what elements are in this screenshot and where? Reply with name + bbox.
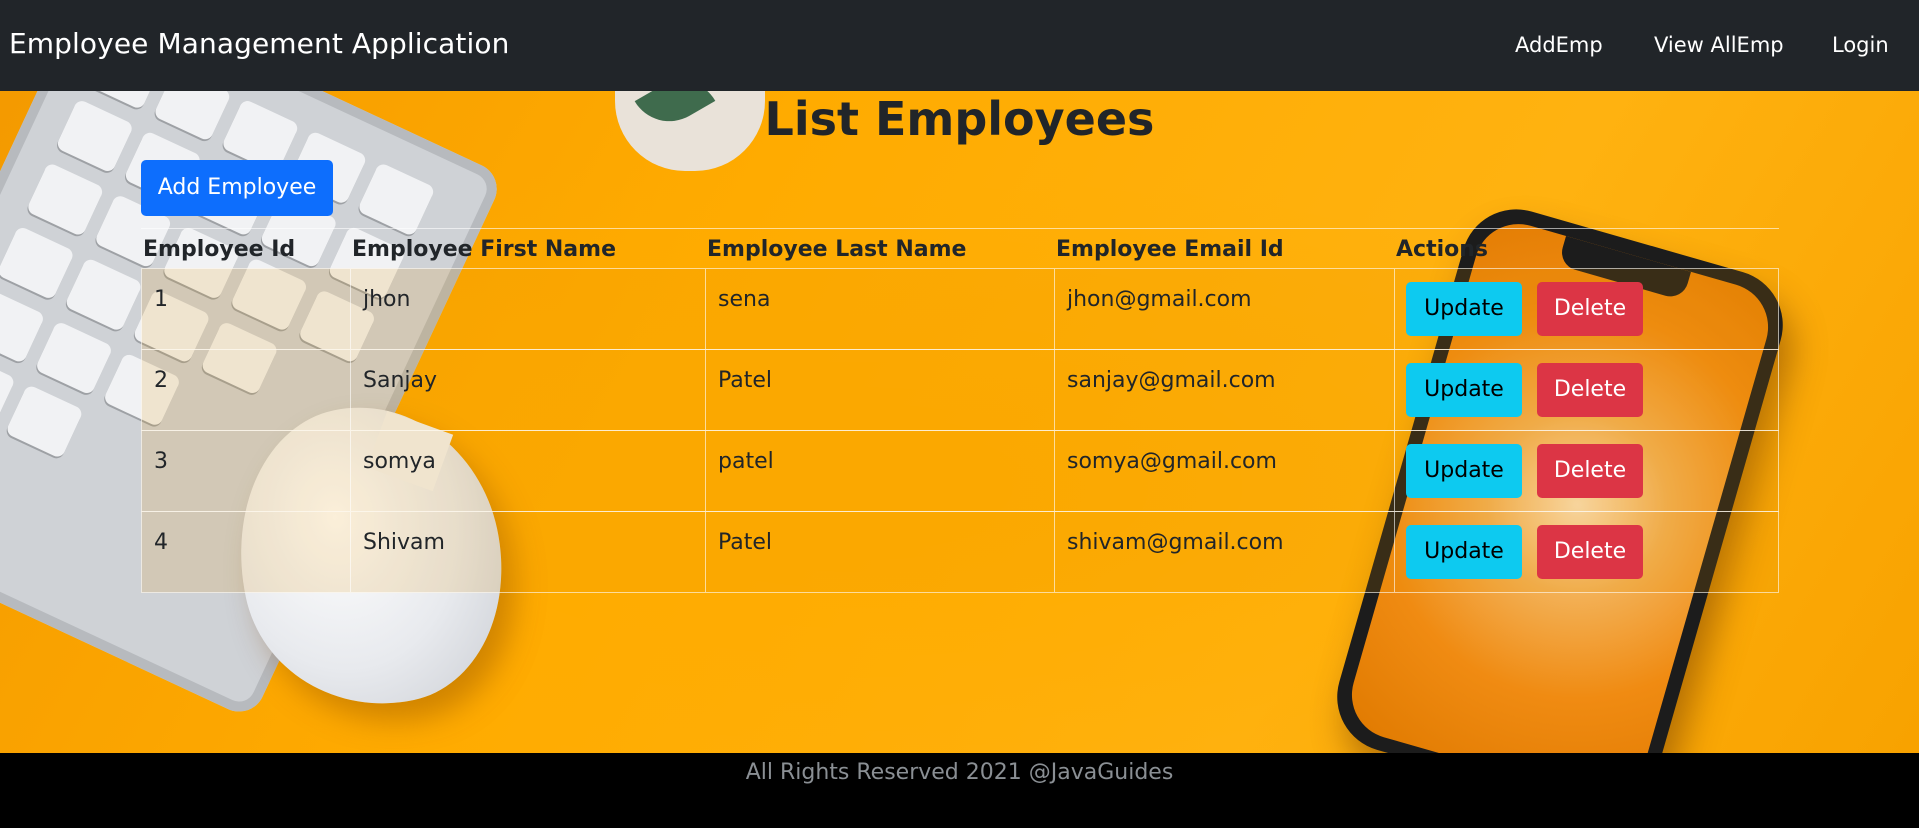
delete-button[interactable]: Delete xyxy=(1537,444,1643,498)
nav-link-addemp[interactable]: AddEmp xyxy=(1515,33,1603,57)
table-row: 3 somya patel somya@gmail.com Update Del… xyxy=(141,430,1779,512)
update-button[interactable]: Update xyxy=(1406,363,1522,417)
table-header: Employee Id Employee First Name Employee… xyxy=(141,228,1779,269)
footer: All Rights Reserved 2021 @JavaGuides xyxy=(0,753,1919,828)
cell-email: shivam@gmail.com xyxy=(1055,512,1395,592)
table-row: 4 Shivam Patel shivam@gmail.com Update D… xyxy=(141,511,1779,593)
cell-first-name: Shivam xyxy=(351,512,706,592)
delete-button[interactable]: Delete xyxy=(1537,363,1643,417)
header-first-name: Employee First Name xyxy=(352,237,616,262)
update-button[interactable]: Update xyxy=(1406,525,1522,579)
update-button[interactable]: Update xyxy=(1406,444,1522,498)
cell-last-name: sena xyxy=(706,269,1055,349)
cell-last-name: Patel xyxy=(706,350,1055,430)
navbar-brand[interactable]: Employee Management Application xyxy=(9,27,509,60)
footer-text: All Rights Reserved 2021 @JavaGuides xyxy=(745,760,1174,785)
cell-last-name: Patel xyxy=(706,512,1055,592)
header-last-name: Employee Last Name xyxy=(707,237,967,262)
page-title: List Employees xyxy=(764,92,1155,146)
cell-email: somya@gmail.com xyxy=(1055,431,1395,511)
table-row: 1 jhon sena jhon@gmail.com Update Delete xyxy=(141,268,1779,350)
delete-button[interactable]: Delete xyxy=(1537,525,1643,579)
header-actions: Actions xyxy=(1396,237,1488,262)
header-employee-id: Employee Id xyxy=(143,237,296,262)
delete-button[interactable]: Delete xyxy=(1537,282,1643,336)
cell-first-name: somya xyxy=(351,431,706,511)
cell-email: jhon@gmail.com xyxy=(1055,269,1395,349)
cell-id: 2 xyxy=(142,350,351,430)
cell-id: 3 xyxy=(142,431,351,511)
add-employee-button[interactable]: Add Employee xyxy=(141,160,333,216)
cell-last-name: patel xyxy=(706,431,1055,511)
nav-link-view-allemp[interactable]: View AllEmp xyxy=(1654,33,1784,57)
cell-id: 4 xyxy=(142,512,351,592)
update-button[interactable]: Update xyxy=(1406,282,1522,336)
header-email: Employee Email Id xyxy=(1056,237,1284,262)
cell-first-name: jhon xyxy=(351,269,706,349)
navbar: Employee Management Application AddEmp V… xyxy=(0,0,1919,91)
cell-first-name: Sanjay xyxy=(351,350,706,430)
cell-id: 1 xyxy=(142,269,351,349)
nav-link-login[interactable]: Login xyxy=(1832,33,1889,57)
table-row: 2 Sanjay Patel sanjay@gmail.com Update D… xyxy=(141,349,1779,431)
cell-email: sanjay@gmail.com xyxy=(1055,350,1395,430)
